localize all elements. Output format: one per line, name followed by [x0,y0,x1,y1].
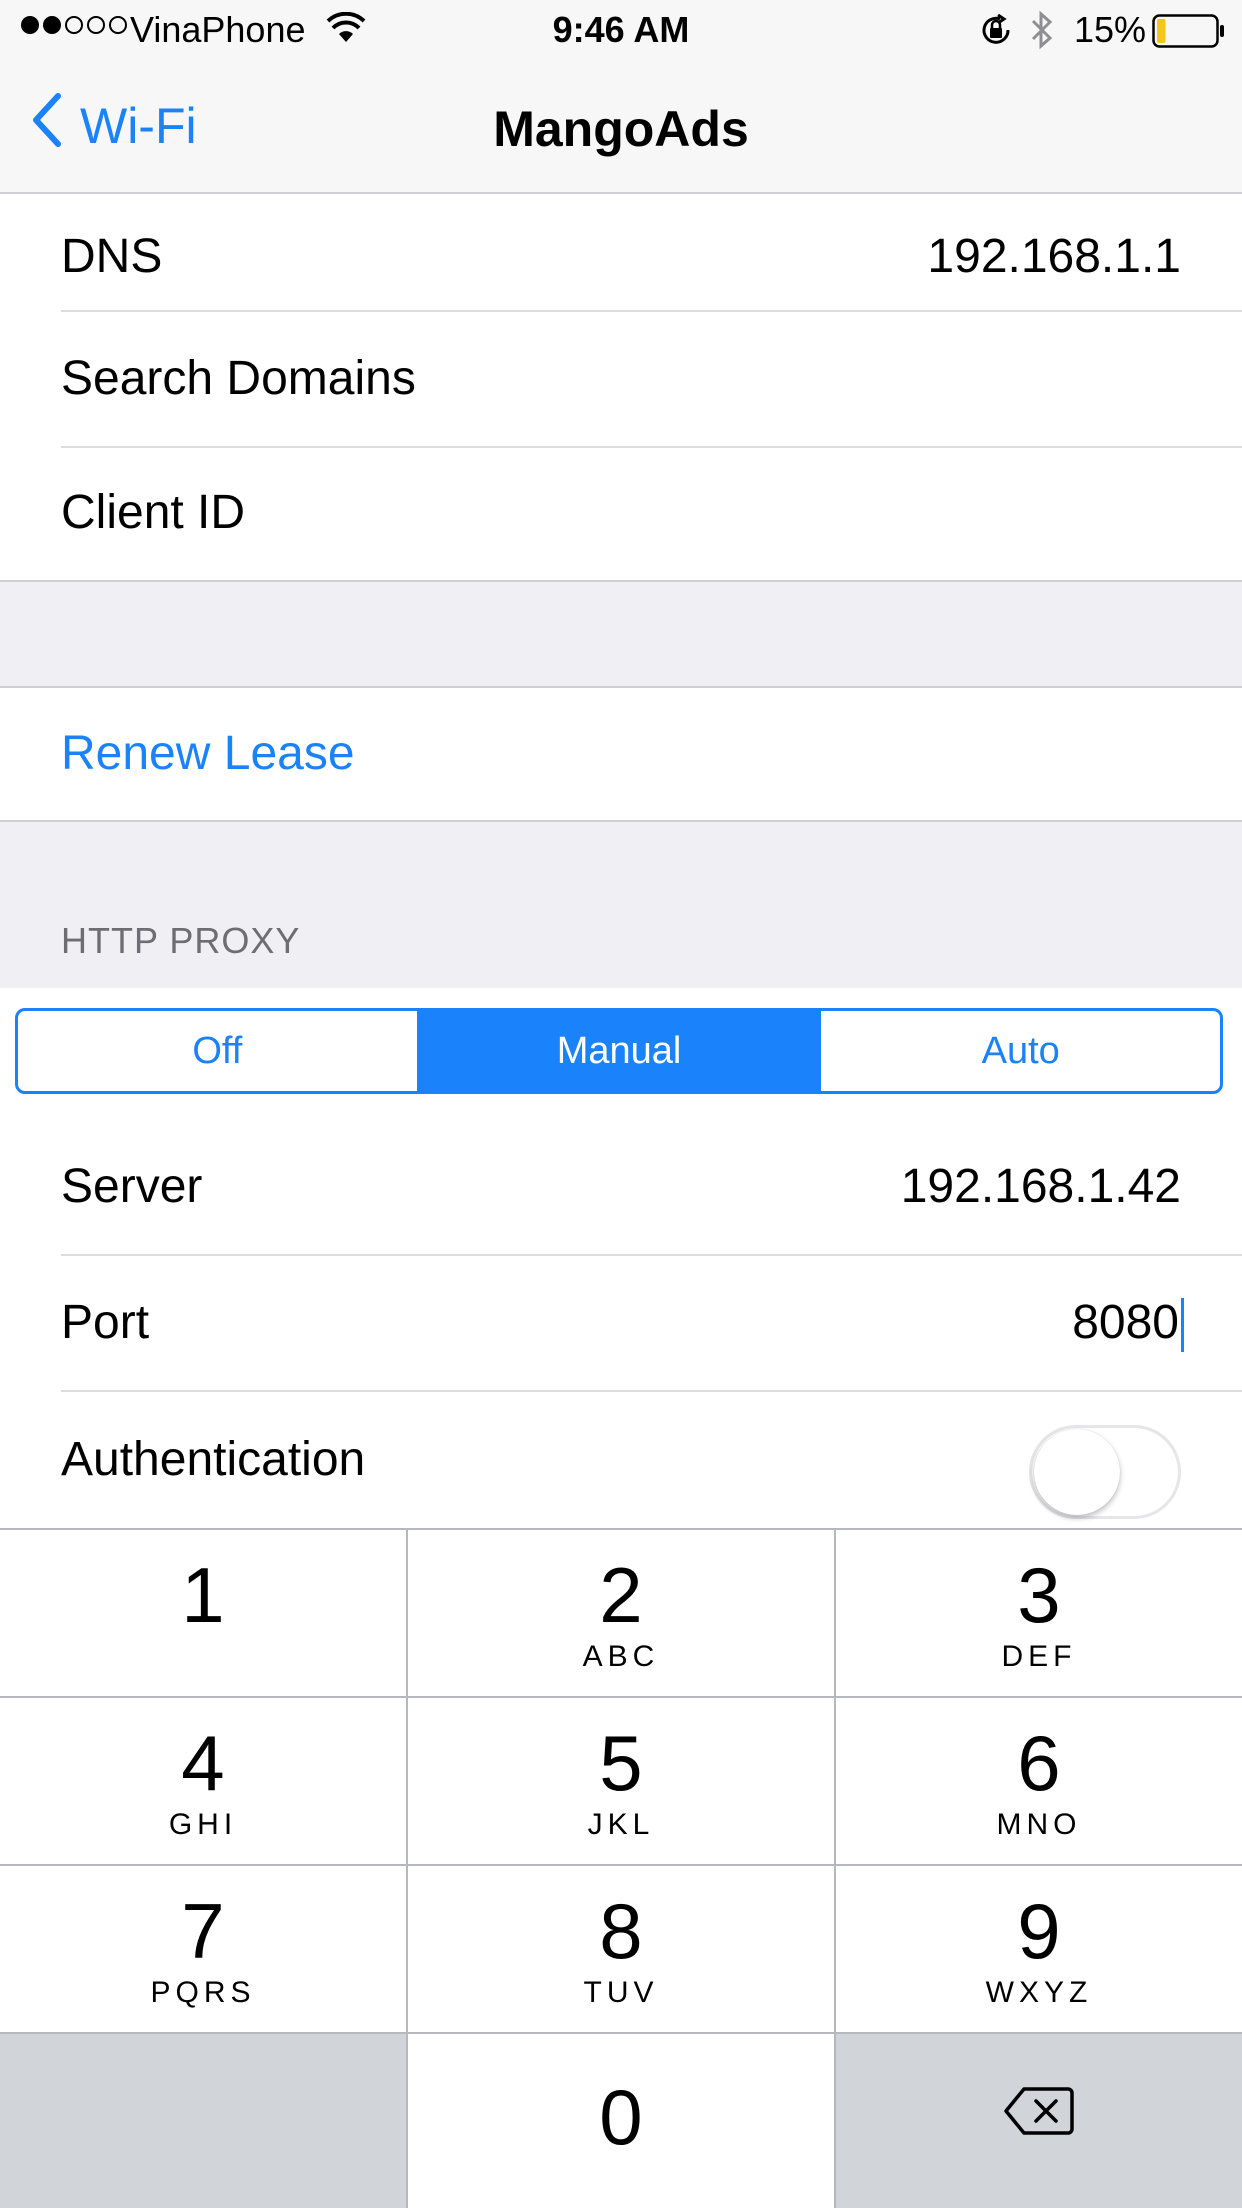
proxy-mode-segment-row: Off Manual Auto [0,988,1242,1124]
section-header-http-proxy: HTTP PROXY [61,920,301,961]
key-letters: JKL [587,1808,655,1841]
page-title: MangoAds [493,101,749,157]
authentication-row: Authentication [0,1392,1242,1528]
key-digit: 7 [181,1887,225,1975]
key-digit: 6 [1017,1719,1061,1807]
key-0[interactable]: 0 [408,2034,834,2208]
key-digit: 1 [181,1551,225,1639]
key-1[interactable]: 1 [0,1530,406,1696]
delete-key[interactable] [836,2034,1242,2208]
dns-row[interactable]: DNS 192.168.1.1 [0,190,1242,324]
text-cursor [1181,1298,1184,1353]
status-bar: VinaPhone 9:46 AM 15% [0,0,1242,60]
authentication-label: Authentication [61,1433,366,1486]
key-8[interactable]: 8 TUV [408,1866,834,2032]
key-2[interactable]: 2 ABC [408,1530,834,1696]
key-letters: GHI [168,1808,238,1841]
backspace-icon [836,2086,1242,2141]
clock-time: 9:46 AM [552,9,690,50]
key-6[interactable]: 6 MNO [836,1698,1242,1864]
key-4[interactable]: 4 GHI [0,1698,406,1864]
key-digit: 2 [599,1551,643,1639]
segment-manual[interactable]: Manual [416,1011,819,1091]
divider [0,580,1242,582]
key-5[interactable]: 5 JKL [408,1698,834,1864]
server-field[interactable]: 192.168.1.42 [901,1120,1181,1254]
key-letters: TUV [583,1976,659,2009]
battery-percent: 15% [1074,9,1147,50]
key-7[interactable]: 7 PQRS [0,1866,406,2032]
server-row[interactable]: Server 192.168.1.42 [0,1120,1242,1254]
search-domains-label: Search Domains [61,352,416,405]
navigation-bar: Wi-Fi MangoAds [0,60,1242,194]
key-letters: DEF [1001,1640,1077,1673]
port-value: 8080 [1072,1296,1179,1349]
key-digit: 0 [599,2073,643,2161]
server-label: Server [61,1160,203,1213]
port-row[interactable]: Port 8080 [0,1256,1242,1390]
renew-lease-group: Renew Lease [0,688,1242,820]
toggle-knob [1034,1429,1120,1515]
segment-auto[interactable]: Auto [818,1011,1220,1091]
key-letters: WXYZ [985,1976,1093,2009]
proxy-mode-segmented-control[interactable]: Off Manual Auto [15,1008,1223,1094]
key-empty [0,2034,406,2208]
numeric-keypad: 1 2 ABC 3 DEF 4 GHI 5 JKL 6 MNO 7 PQRS 8… [0,1528,1242,2208]
orientation-lock-icon [978,12,1014,53]
bluetooth-icon [1030,10,1054,55]
renew-lease-button[interactable]: Renew Lease [0,688,1242,820]
key-letters: ABC [582,1640,660,1673]
key-digit: 8 [599,1887,643,1975]
port-field[interactable]: 8080 [1072,1256,1184,1390]
key-digit: 9 [1017,1887,1061,1975]
key-letters: MNO [996,1808,1082,1841]
key-digit: 5 [599,1719,643,1807]
port-label: Port [61,1296,150,1349]
divider [0,820,1242,822]
ip-settings-group: DNS 192.168.1.1 Search Domains Client ID [0,194,1242,580]
search-domains-row[interactable]: Search Domains [0,312,1242,446]
battery-icon [1152,14,1226,53]
client-id-row[interactable]: Client ID [0,446,1242,580]
client-id-label: Client ID [61,486,246,539]
key-9[interactable]: 9 WXYZ [836,1866,1242,2032]
authentication-toggle[interactable] [1029,1425,1181,1519]
key-digit: 3 [1017,1551,1061,1639]
key-letters: PQRS [150,1976,256,2009]
key-digit: 4 [181,1719,225,1807]
segment-off[interactable]: Off [18,1011,417,1091]
dns-label: DNS [61,230,163,283]
dns-value: 192.168.1.1 [927,230,1181,283]
proxy-settings-group: Server 192.168.1.42 Port 8080 Authentica… [0,1120,1242,1528]
renew-lease-label: Renew Lease [61,727,355,780]
key-3[interactable]: 3 DEF [836,1530,1242,1696]
